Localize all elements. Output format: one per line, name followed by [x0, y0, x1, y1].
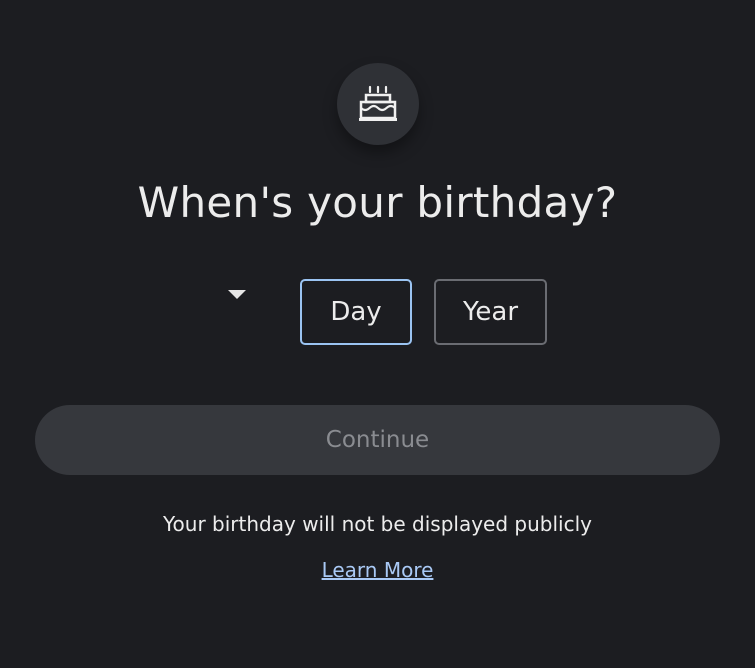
- learn-more-container: Learn More: [0, 558, 755, 582]
- privacy-notice: Your birthday will not be displayed publ…: [163, 512, 592, 536]
- birthday-cake-icon: [359, 85, 397, 121]
- learn-more-link[interactable]: Learn More: [322, 558, 434, 582]
- page-title: When's your birthday?: [137, 178, 618, 227]
- year-field[interactable]: [434, 279, 547, 345]
- day-field[interactable]: [300, 279, 412, 345]
- birthday-icon-container: [337, 63, 419, 145]
- caret-down-icon[interactable]: [228, 290, 246, 299]
- continue-button[interactable]: Continue: [35, 405, 720, 475]
